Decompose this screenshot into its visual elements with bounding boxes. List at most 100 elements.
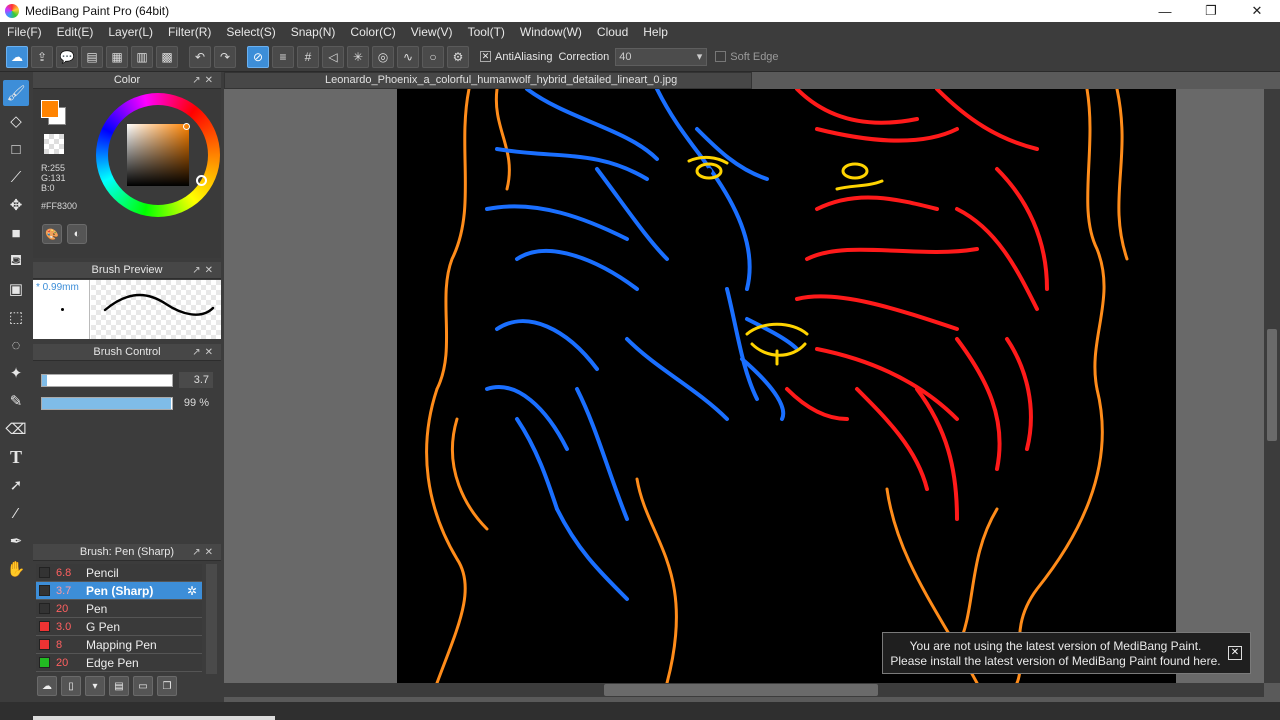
hue-picker-knob[interactable] (196, 175, 207, 186)
page-icon[interactable]: ▦ (106, 45, 128, 68)
line-icon[interactable]: ⟋ (3, 164, 29, 190)
menu-snap[interactable]: Snap(N) (291, 25, 336, 39)
select-pen-icon[interactable]: ✎ (3, 388, 29, 414)
transparent-color-swatch[interactable] (44, 134, 64, 154)
new-brush-icon[interactable]: ▯ (61, 676, 81, 696)
snap-grid-icon[interactable]: # (297, 45, 319, 68)
snap-vanish-icon[interactable]: ◁ (322, 45, 344, 68)
snap-radial-icon[interactable]: ✳ (347, 45, 369, 68)
update-notification[interactable]: You are not using the latest version of … (882, 632, 1251, 674)
correction-select[interactable]: 40 ▾ (615, 47, 708, 66)
add-brush-icon[interactable]: ▾ (85, 676, 105, 696)
brush-icon[interactable]: 🖌 (3, 80, 29, 106)
menu-help[interactable]: Help (643, 25, 668, 39)
close-notification-icon[interactable]: ✕ (1228, 646, 1242, 660)
minimize-button[interactable]: — (1142, 0, 1188, 22)
eraser-icon[interactable]: ◇ (3, 108, 29, 134)
color-panel: Color ↗✕ R:255 G:131 B:0 #FF8300 🎨 ◐ (33, 72, 221, 258)
snap-concentric-icon[interactable]: ◎ (372, 45, 394, 68)
sv-picker-knob[interactable] (183, 123, 190, 130)
redo-icon[interactable]: ↷ (214, 45, 236, 68)
brush-list-item[interactable]: 8 Mapping Pen (36, 636, 202, 654)
brush-list-item[interactable]: 20 Pen (36, 600, 202, 618)
operation-icon[interactable]: ➚ (3, 472, 29, 498)
eyedropper-icon[interactable]: ⁄ (3, 500, 29, 526)
horizontal-scroll-thumb[interactable] (604, 684, 878, 696)
fill-rect-icon[interactable]: ■ (3, 220, 29, 246)
text-icon[interactable]: T (3, 444, 29, 470)
lasso-icon[interactable]: ◌ (3, 332, 29, 358)
correction-value: 40 (619, 50, 632, 63)
vertical-scroll-thumb[interactable] (1267, 329, 1277, 441)
restore-button[interactable]: ❐ (1188, 0, 1234, 22)
snap-curve-icon[interactable]: ∿ (397, 45, 419, 68)
select-rect-icon[interactable]: ⬚ (3, 304, 29, 330)
panel-controls[interactable]: ↗✕ (192, 344, 217, 361)
brush-settings-icon[interactable]: ▤ (109, 676, 129, 696)
saturation-value-square[interactable] (127, 124, 189, 186)
menu-layer[interactable]: Layer(L) (108, 25, 153, 39)
comment-icon[interactable]: 💬 (56, 45, 78, 68)
artwork-canvas[interactable] (397, 89, 1176, 683)
panel-controls[interactable]: ↗✕ (192, 544, 217, 561)
panel-controls[interactable]: ↗✕ (192, 72, 217, 89)
cloud-save-icon[interactable]: ☁ (6, 45, 28, 68)
select-eraser-icon[interactable]: ⌫ (3, 416, 29, 442)
brush-size-value[interactable]: 3.7 (179, 372, 213, 388)
panel-controls[interactable]: ↗✕ (192, 262, 217, 279)
canvas-viewport[interactable] (224, 89, 1264, 683)
chat-icon[interactable]: ▤ (81, 45, 103, 68)
menu-filter[interactable]: Filter(R) (168, 25, 211, 39)
snap-settings-icon[interactable]: ⚙ (447, 45, 469, 68)
menu-file[interactable]: File(F) (7, 25, 42, 39)
brush-folder-icon[interactable]: ▭ (133, 676, 153, 696)
foreground-color-swatch[interactable] (41, 100, 59, 118)
antialiasing-checkbox[interactable]: ✕ (480, 51, 491, 62)
shape-icon[interactable]: □ (3, 136, 29, 162)
move-icon[interactable]: ✥ (3, 192, 29, 218)
canvas-vertical-scrollbar[interactable] (1264, 89, 1280, 683)
snap-ellipse-icon[interactable]: ○ (422, 45, 444, 68)
color-settings-icon[interactable]: ◐ (67, 224, 87, 244)
canvas-horizontal-scrollbar[interactable] (224, 683, 1264, 697)
grid-icon[interactable]: ▩ (156, 45, 178, 68)
hand-icon[interactable]: ✋ (3, 556, 29, 582)
brush-list-scrollbar[interactable] (206, 564, 217, 674)
gradient-icon[interactable]: ▣ (3, 276, 29, 302)
color-wheel[interactable] (96, 93, 220, 217)
brush-list-actions: ☁ ▯ ▾ ▤ ▭ ❐ (37, 676, 181, 696)
share-icon[interactable]: ⇪ (31, 45, 53, 68)
close-window-button[interactable]: ✕ (1234, 0, 1280, 22)
brush-list-item[interactable]: 3.7 Pen (Sharp) ✲ (36, 582, 202, 600)
hex-value: #FF8300 (41, 201, 78, 211)
bucket-icon[interactable]: ⛾ (3, 248, 29, 274)
menu-tool[interactable]: Tool(T) (468, 25, 505, 39)
brush-settings-gear-icon[interactable]: ✲ (187, 584, 197, 598)
brush-list-item[interactable]: 6.8 Pencil (36, 564, 202, 582)
palette-icon[interactable]: 🎨 (42, 224, 62, 244)
brush-opacity-slider[interactable] (41, 396, 173, 410)
menu-color[interactable]: Color(C) (350, 25, 395, 39)
wolf-lineart-artwork (425, 89, 1129, 683)
cloud-brush-icon[interactable]: ☁ (37, 676, 57, 696)
menu-select[interactable]: Select(S) (226, 25, 275, 39)
magic-wand-icon[interactable]: ✦ (3, 360, 29, 386)
brush-size-slider[interactable] (41, 373, 173, 387)
chevron-down-icon: ▾ (696, 51, 703, 63)
duplicate-brush-icon[interactable]: ❐ (157, 676, 177, 696)
document-tab[interactable]: Leonardo_Phoenix_a_colorful_humanwolf_hy… (224, 72, 752, 89)
snap-parallel-icon[interactable]: ≡ (272, 45, 294, 68)
menu-view[interactable]: View(V) (411, 25, 453, 39)
brush-list-item[interactable]: 3.0 G Pen (36, 618, 202, 636)
brush-list-item[interactable]: 20 Edge Pen (36, 654, 202, 672)
soft-edge-checkbox[interactable] (715, 51, 727, 62)
brush-item-name: Mapping Pen (86, 637, 157, 652)
undo-icon[interactable]: ↶ (189, 45, 211, 68)
snap-off-icon[interactable]: ⊘ (247, 45, 269, 68)
menu-edit[interactable]: Edit(E) (57, 25, 94, 39)
menu-cloud[interactable]: Cloud (597, 25, 628, 39)
brush-opacity-value[interactable]: 99 % (179, 395, 213, 411)
dropper-icon[interactable]: ✒ (3, 528, 29, 554)
menu-window[interactable]: Window(W) (520, 25, 582, 39)
page-manager-icon[interactable]: ▥ (131, 45, 153, 68)
